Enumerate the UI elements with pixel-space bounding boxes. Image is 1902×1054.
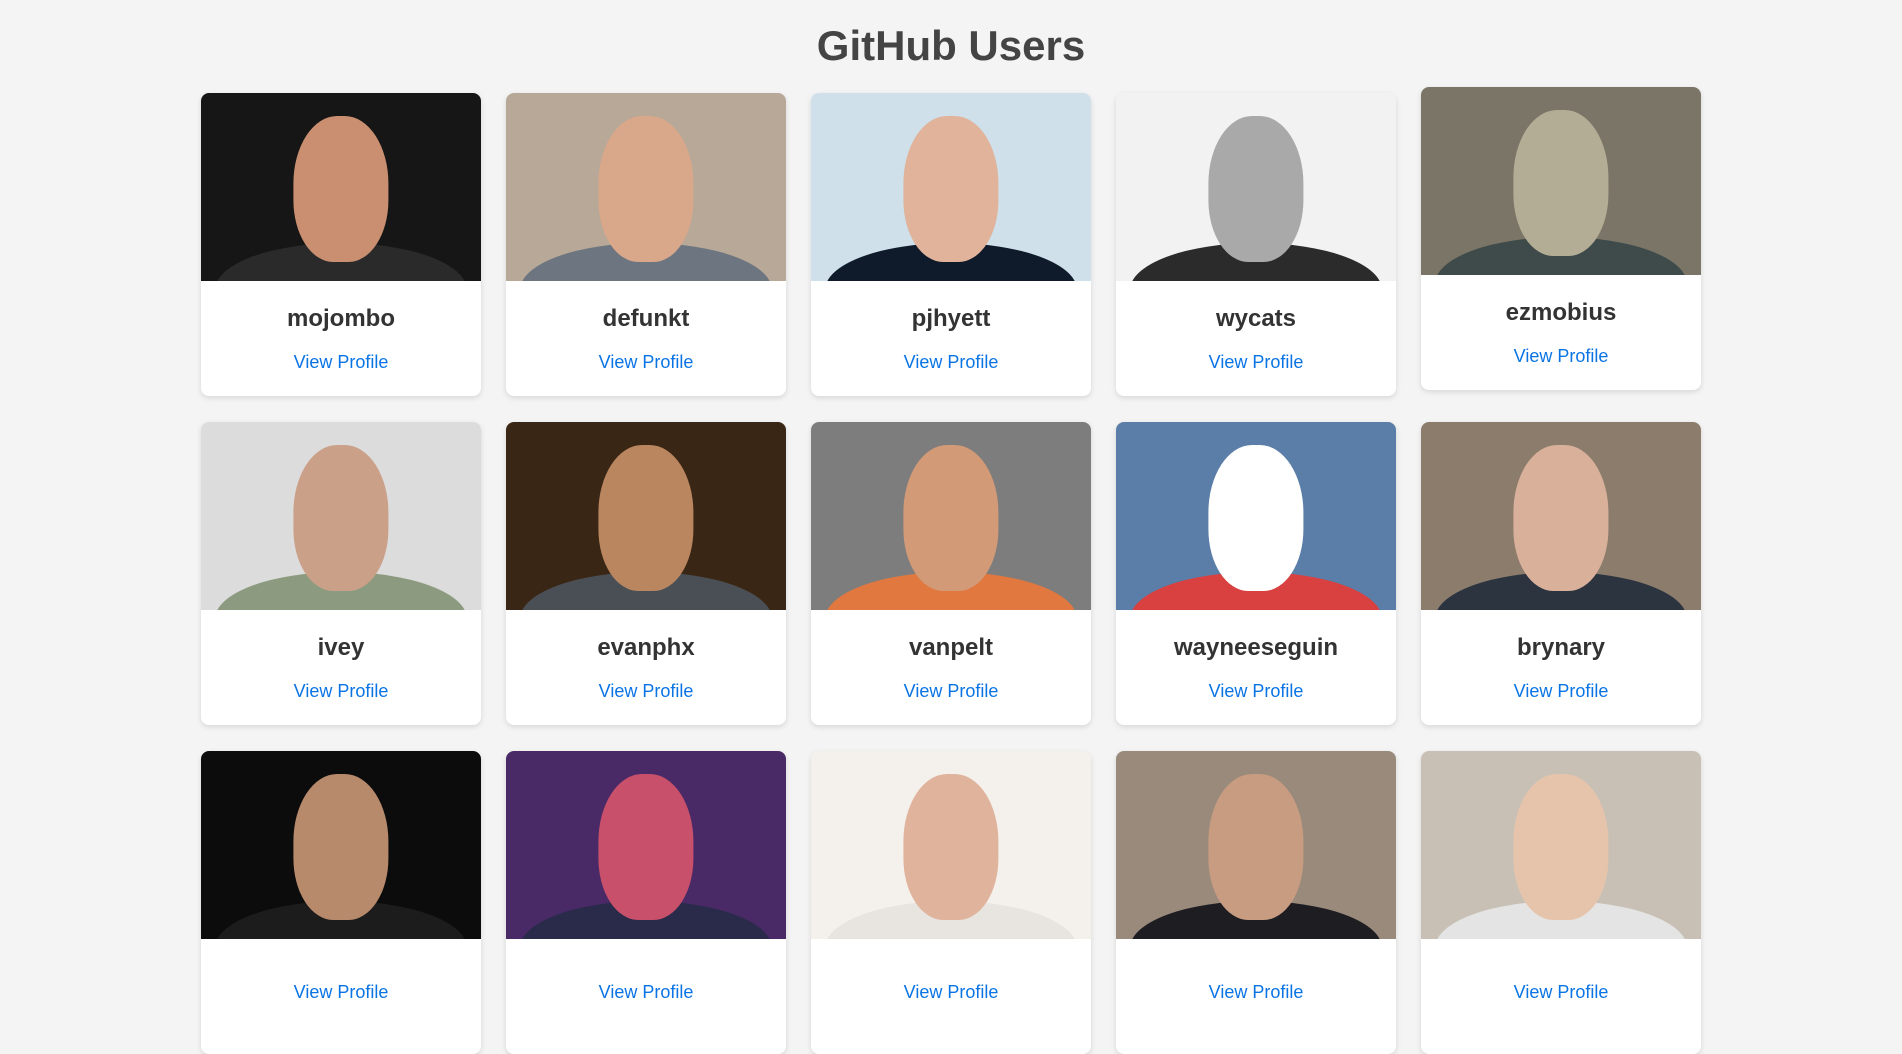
user-card: View Profile: [811, 751, 1091, 1054]
avatar-image: [1421, 751, 1701, 939]
username: brynary: [1516, 634, 1606, 661]
user-grid: mojombo View Profile defunkt View Profile pj…: [201, 87, 1703, 1054]
page-title: GitHub Users: [816, 22, 1086, 69]
user-card: brynary View Profile: [1421, 422, 1701, 725]
avatar-image: [1116, 93, 1396, 281]
view-profile-link[interactable]: View Profile: [904, 351, 999, 373]
card-body: brynary View Profile: [1421, 610, 1701, 725]
avatar-image: [506, 422, 786, 610]
avatar-image: [811, 93, 1091, 281]
card-body: evanphx View Profile: [506, 610, 786, 725]
view-profile-link[interactable]: View Profile: [599, 680, 694, 702]
card-body: View Profile: [506, 939, 786, 1054]
avatar-image: [201, 751, 481, 939]
view-profile-link[interactable]: View Profile: [599, 351, 694, 373]
card-body: mojombo View Profile: [201, 281, 481, 396]
view-profile-link[interactable]: View Profile: [1209, 981, 1304, 1003]
user-card: wycats View Profile: [1116, 93, 1396, 396]
view-profile-link[interactable]: View Profile: [1514, 981, 1609, 1003]
card-body: ezmobius View Profile: [1421, 275, 1701, 390]
user-card: evanphx View Profile: [506, 422, 786, 725]
avatar-image: [506, 751, 786, 939]
user-card: vanpelt View Profile: [811, 422, 1091, 725]
user-card: View Profile: [1116, 751, 1396, 1054]
view-profile-link[interactable]: View Profile: [1514, 345, 1609, 367]
view-profile-link[interactable]: View Profile: [599, 981, 694, 1003]
view-profile-link[interactable]: View Profile: [1209, 680, 1304, 702]
view-profile-link[interactable]: View Profile: [294, 351, 389, 373]
username: evanphx: [597, 634, 695, 661]
view-profile-link[interactable]: View Profile: [1514, 680, 1609, 702]
username: ivey: [317, 634, 365, 661]
avatar-image: [1421, 87, 1701, 275]
card-body: View Profile: [1116, 939, 1396, 1054]
user-card: ezmobius View Profile: [1421, 87, 1701, 390]
avatar-image: [811, 422, 1091, 610]
view-profile-link[interactable]: View Profile: [1209, 351, 1304, 373]
card-body: View Profile: [811, 939, 1091, 1054]
avatar-image: [506, 93, 786, 281]
avatar-image: [201, 422, 481, 610]
user-card: ivey View Profile: [201, 422, 481, 725]
avatar-image: [1116, 751, 1396, 939]
card-body: View Profile: [1421, 939, 1701, 1054]
username: mojombo: [287, 305, 395, 332]
view-profile-link[interactable]: View Profile: [904, 981, 999, 1003]
username: ezmobius: [1505, 299, 1617, 326]
view-profile-link[interactable]: View Profile: [904, 680, 999, 702]
user-card: pjhyett View Profile: [811, 93, 1091, 396]
user-card: mojombo View Profile: [201, 93, 481, 396]
avatar-image: [1421, 422, 1701, 610]
username: wycats: [1215, 305, 1297, 332]
card-body: wycats View Profile: [1116, 281, 1396, 396]
user-card: defunkt View Profile: [506, 93, 786, 396]
username: pjhyett: [911, 305, 991, 332]
card-body: defunkt View Profile: [506, 281, 786, 396]
user-card: wayneeseguin View Profile: [1116, 422, 1396, 725]
card-body: wayneeseguin View Profile: [1116, 610, 1396, 725]
username: defunkt: [602, 305, 690, 332]
avatar-image: [201, 93, 481, 281]
username: wayneeseguin: [1173, 634, 1339, 661]
avatar-image: [1116, 422, 1396, 610]
username: vanpelt: [908, 634, 994, 661]
view-profile-link[interactable]: View Profile: [294, 981, 389, 1003]
avatar-image: [811, 751, 1091, 939]
view-profile-link[interactable]: View Profile: [294, 680, 389, 702]
card-body: ivey View Profile: [201, 610, 481, 725]
user-card: View Profile: [201, 751, 481, 1054]
card-body: View Profile: [201, 939, 481, 1054]
user-card: View Profile: [506, 751, 786, 1054]
card-body: vanpelt View Profile: [811, 610, 1091, 725]
user-card: View Profile: [1421, 751, 1701, 1054]
card-body: pjhyett View Profile: [811, 281, 1091, 396]
